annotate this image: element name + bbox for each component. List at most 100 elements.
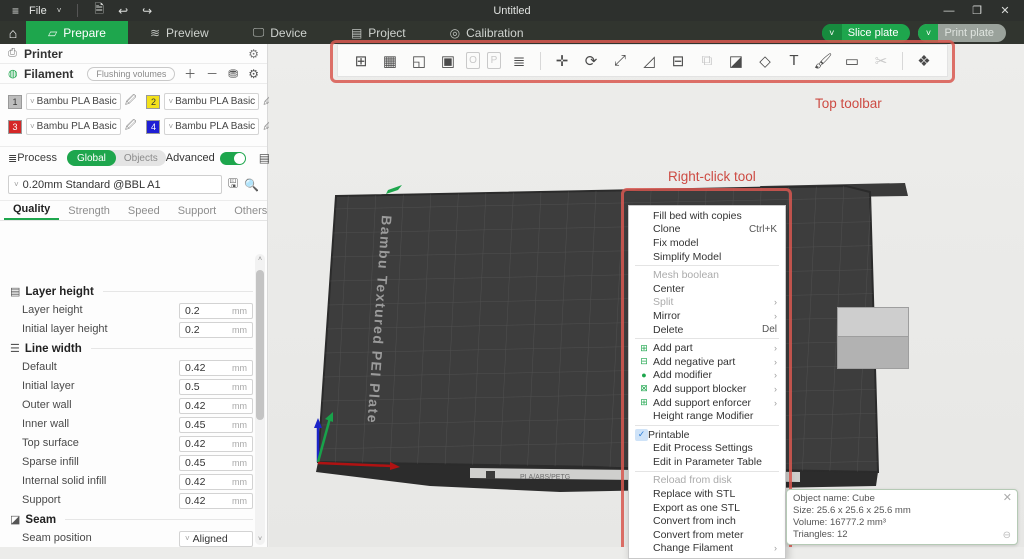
tab-prepare[interactable]: ▱Prepare bbox=[26, 21, 128, 44]
printer-settings-gear-icon[interactable]: ⚙ bbox=[248, 47, 259, 61]
menu-item-edit-process-settings[interactable]: Edit Process Settings bbox=[629, 442, 785, 456]
cut-icon[interactable]: ⊟ bbox=[667, 50, 689, 72]
menu-item-convert-from-inch[interactable]: Convert from inch bbox=[629, 514, 785, 528]
tab-quality[interactable]: Quality bbox=[4, 203, 59, 220]
layers-icon[interactable]: ≣ bbox=[508, 50, 530, 72]
slice-plate-button[interactable]: ˅ Slice plate bbox=[822, 24, 911, 42]
filament-select[interactable]: ˅Bambu PLA Basic bbox=[26, 118, 121, 135]
menu-item-replace-with-stl[interactable]: Replace with STL bbox=[629, 487, 785, 501]
param-input[interactable]: 0.2mm bbox=[179, 322, 253, 338]
menu-item-center[interactable]: Center bbox=[629, 282, 785, 296]
print-dropdown-icon[interactable]: ˅ bbox=[918, 24, 938, 42]
rotate-icon[interactable]: ⟳ bbox=[580, 50, 602, 72]
text-icon[interactable]: T bbox=[783, 50, 805, 72]
tab-strength[interactable]: Strength bbox=[59, 205, 119, 220]
menu-item-fill-bed-with-copies[interactable]: Fill bed with copies bbox=[629, 209, 785, 223]
filament-settings-gear-icon[interactable]: ⚙ bbox=[248, 67, 259, 81]
menu-item-add-modifier[interactable]: ●Add modifier› bbox=[629, 369, 785, 383]
scroll-up-icon[interactable]: ˄ bbox=[255, 256, 265, 263]
slice-dropdown-icon[interactable]: ˅ bbox=[822, 24, 842, 42]
tab-preview[interactable]: ≋Preview bbox=[128, 21, 231, 44]
advanced-toggle[interactable] bbox=[220, 152, 246, 165]
param-input[interactable]: 0.42mm bbox=[179, 436, 253, 452]
filament-color-badge[interactable]: 1 bbox=[8, 95, 22, 109]
menu-item-clone[interactable]: CloneCtrl+K bbox=[629, 223, 785, 237]
menu-item-printable[interactable]: ✓Printable bbox=[629, 428, 785, 442]
chevron-down-icon[interactable]: ˅ bbox=[53, 6, 66, 15]
param-input[interactable]: 0.45mm bbox=[179, 417, 253, 433]
tab-support[interactable]: Support bbox=[169, 205, 226, 220]
add-model-icon[interactable]: ⊞ bbox=[350, 50, 372, 72]
menu-item-height-range-modifier[interactable]: Height range Modifier bbox=[629, 409, 785, 423]
menu-item-change-filament[interactable]: Change Filament› bbox=[629, 542, 785, 556]
file-menu[interactable]: File bbox=[29, 5, 47, 17]
menu-item-edit-in-parameter-table[interactable]: Edit in Parameter Table bbox=[629, 455, 785, 469]
param-select[interactable]: ˅Aligned bbox=[179, 531, 253, 547]
undo-icon[interactable]: ↩ bbox=[114, 4, 132, 18]
menu-item-export-as-one-stl[interactable]: Export as one STL bbox=[629, 501, 785, 515]
auto-orient-icon[interactable]: ◱ bbox=[408, 50, 430, 72]
filament-color-badge[interactable]: 3 bbox=[8, 120, 22, 134]
paint-icon[interactable]: 🖌 bbox=[812, 50, 834, 72]
remove-filament-icon[interactable]: － bbox=[206, 65, 218, 82]
save-preset-icon[interactable]: 🖫 bbox=[228, 174, 238, 195]
menu-item-delete[interactable]: DeleteDel bbox=[629, 323, 785, 337]
sync-filament-icon[interactable]: ⛃ bbox=[228, 67, 238, 81]
home-icon[interactable]: ⌂ bbox=[0, 21, 26, 44]
filament-color-badge[interactable]: 4 bbox=[146, 120, 160, 134]
param-input[interactable]: 0.42mm bbox=[179, 493, 253, 509]
add-plate-icon[interactable]: ▦ bbox=[379, 50, 401, 72]
menu-item-convert-from-meter[interactable]: Convert from meter bbox=[629, 528, 785, 542]
tab-speed[interactable]: Speed bbox=[119, 205, 169, 220]
measure-icon[interactable]: ▭ bbox=[841, 50, 863, 72]
menu-item-fix-model[interactable]: Fix model bbox=[629, 236, 785, 250]
sidebar-scrollbar[interactable]: ˄ ˅ bbox=[255, 254, 265, 545]
menu-item-simplify-model[interactable]: Simplify Model bbox=[629, 250, 785, 264]
global-objects-toggle[interactable]: Global Objects bbox=[67, 150, 166, 166]
model-cube-top-face[interactable] bbox=[837, 307, 909, 337]
filament-row[interactable]: ◍ Filament Flushing volumes ＋ － ⛃ ⚙ bbox=[0, 64, 267, 84]
edit-filament-icon[interactable]: 🖉 bbox=[125, 117, 137, 136]
scrollbar-thumb[interactable] bbox=[256, 270, 264, 420]
menu-item-add-part[interactable]: ⊞Add part› bbox=[629, 341, 785, 355]
tooltip-minimize-icon[interactable]: ⊖ bbox=[1003, 530, 1011, 542]
filament-select[interactable]: ˅Bambu PLA Basic bbox=[164, 93, 259, 110]
hamburger-menu-icon[interactable]: ≡ bbox=[8, 4, 23, 18]
menu-item-mirror[interactable]: Mirror› bbox=[629, 309, 785, 323]
scroll-down-icon[interactable]: ˅ bbox=[255, 536, 265, 543]
print-plate-button[interactable]: ˅ Print plate bbox=[918, 24, 1006, 42]
param-input[interactable]: 0.45mm bbox=[179, 455, 253, 471]
arrange-icon[interactable]: ▣ bbox=[437, 50, 459, 72]
tooltip-close-icon[interactable]: ✕ bbox=[1003, 492, 1012, 504]
menu-item-add-support-blocker[interactable]: ⊠Add support blocker› bbox=[629, 382, 785, 396]
new-file-icon[interactable]: 🗎 bbox=[90, 0, 108, 21]
menu-item-add-support-enforcer[interactable]: ⊞Add support enforcer› bbox=[629, 396, 785, 410]
printer-row[interactable]: ⎙ Printer ⚙ bbox=[0, 44, 267, 64]
mesh-boolean-icon[interactable]: ◇ bbox=[754, 50, 776, 72]
objects-segment[interactable]: Objects bbox=[116, 153, 166, 164]
move-icon[interactable]: ✛ bbox=[551, 50, 573, 72]
tab-project[interactable]: ▤Project bbox=[329, 21, 428, 44]
redo-icon[interactable]: ↪ bbox=[138, 4, 156, 18]
add-filament-icon[interactable]: ＋ bbox=[184, 65, 196, 82]
scale-icon[interactable]: ⤢ bbox=[609, 50, 631, 72]
model-cube-front-face[interactable] bbox=[837, 337, 909, 369]
flushing-volumes-button[interactable]: Flushing volumes bbox=[87, 67, 175, 81]
plate-edit-icon[interactable] bbox=[386, 185, 402, 194]
param-input[interactable]: 0.2mm bbox=[179, 303, 253, 319]
restore-button[interactable]: ❐ bbox=[964, 4, 990, 17]
param-input[interactable]: 0.42mm bbox=[179, 398, 253, 414]
param-input[interactable]: 0.5mm bbox=[179, 379, 253, 395]
global-segment[interactable]: Global bbox=[67, 150, 116, 166]
close-button[interactable]: ✕ bbox=[992, 4, 1018, 17]
filament-color-badge[interactable]: 2 bbox=[146, 95, 160, 109]
filament-select[interactable]: ˅Bambu PLA Basic bbox=[164, 118, 259, 135]
tab-device[interactable]: 🖵Device bbox=[231, 21, 329, 44]
param-input[interactable]: 0.42mm bbox=[179, 360, 253, 376]
param-input[interactable]: 0.42mm bbox=[179, 474, 253, 490]
variable-layer-height-icon[interactable]: ◪ bbox=[725, 50, 747, 72]
menu-item-add-negative-part[interactable]: ⊟Add negative part› bbox=[629, 355, 785, 369]
search-preset-icon[interactable]: 🔍 bbox=[244, 178, 259, 192]
assembly-icon[interactable]: ❖ bbox=[913, 50, 935, 72]
tab-calibration[interactable]: ◎Calibration bbox=[428, 21, 546, 44]
